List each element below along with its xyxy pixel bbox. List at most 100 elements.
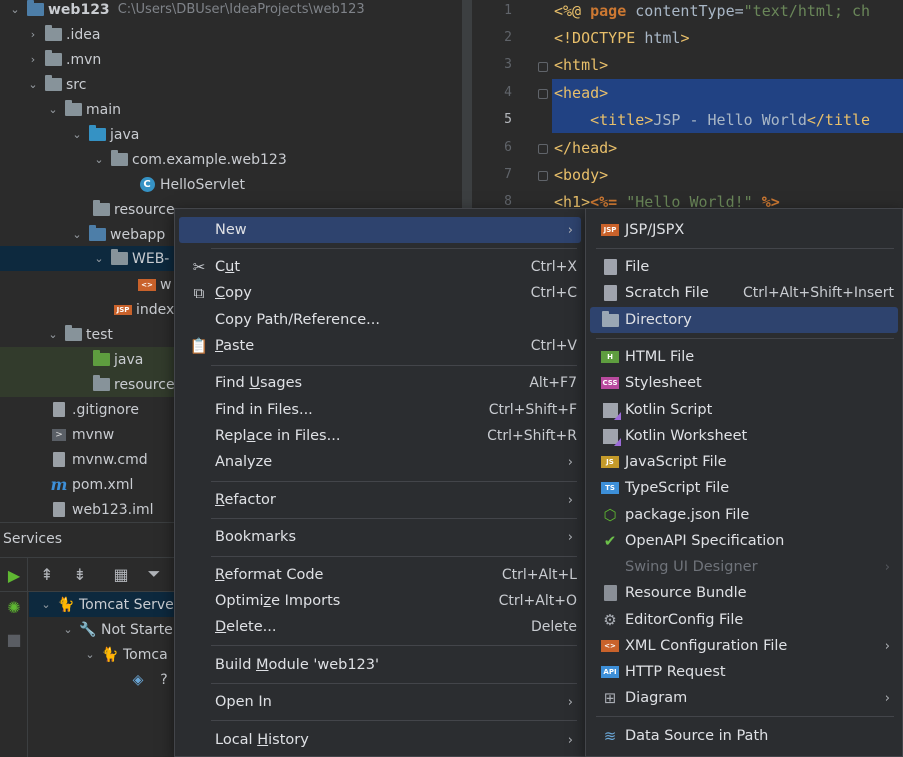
menu-item-label: OpenAPI Specification <box>625 533 785 549</box>
menu-item-find-usages[interactable]: Find Usages Alt+F7 <box>179 370 581 396</box>
tree-label: index <box>136 301 175 318</box>
menu-item-data-source-in-path[interactable]: ≋ Data Source in Path <box>590 723 898 749</box>
code-line: <head> <box>554 84 609 102</box>
tree-row-idea[interactable]: › .idea <box>0 22 462 47</box>
test-resources-folder-icon <box>92 375 110 393</box>
menu-item-xml-configuration[interactable]: <> XML Configuration File › <box>590 633 898 659</box>
line-number: 3 <box>504 57 512 72</box>
menu-item-diagram[interactable]: ⊞ Diagram › <box>590 685 898 711</box>
chevron-down-icon[interactable]: ⌄ <box>46 103 60 117</box>
menu-item-local-history[interactable]: Local History › <box>179 727 581 753</box>
chevron-right-icon[interactable]: › <box>26 28 40 42</box>
tree-row-web123[interactable]: ⌄ web123 C:\Users\DBUser\IdeaProjects\we… <box>0 0 462 22</box>
fold-marker-icon[interactable] <box>538 171 548 181</box>
menu-item-jsp-jspx[interactable]: JSP JSP/JSPX <box>590 217 898 243</box>
tree-row-package[interactable]: ⌄ com.example.web123 <box>0 147 462 172</box>
chevron-down-icon[interactable]: ⌄ <box>8 3 22 17</box>
menu-item-editorconfig[interactable]: ⚙ EditorConfig File <box>590 607 898 633</box>
filter-icon[interactable]: ⏷ <box>143 563 165 585</box>
menu-item-copy-path[interactable]: Copy Path/Reference... <box>179 307 581 333</box>
tree-label: .gitignore <box>72 401 139 418</box>
menu-item-http-request[interactable]: API HTTP Request <box>590 659 898 685</box>
tree-row-src[interactable]: ⌄ src <box>0 72 462 97</box>
menu-separator <box>211 645 577 646</box>
menu-item-openapi[interactable]: ✔ OpenAPI Specification <box>590 528 898 554</box>
menu-item-build-module[interactable]: Build Module 'web123' <box>179 652 581 678</box>
menu-item-open-in[interactable]: Open In › <box>179 689 581 715</box>
menu-shortcut: Ctrl+Shift+F <box>488 402 577 418</box>
tree-row-main[interactable]: ⌄ main <box>0 97 462 122</box>
menu-item-replace-in-files[interactable]: Replace in Files... Ctrl+Shift+R <box>179 423 581 449</box>
tree-row-mvn[interactable]: › .mvn <box>0 47 462 72</box>
run-icon[interactable]: ▶ <box>4 565 24 585</box>
tree-label: main <box>86 101 121 118</box>
menu-item-analyze[interactable]: Analyze › <box>179 449 581 475</box>
tree-label: resource <box>114 376 175 393</box>
chevron-down-icon[interactable]: ⌄ <box>70 128 84 142</box>
menu-item-copy[interactable]: ⧉ Copy Ctrl+C <box>179 280 581 306</box>
maven-icon: m <box>50 475 68 494</box>
chevron-right-icon[interactable]: › <box>26 53 40 67</box>
menu-item-new[interactable]: New › <box>179 217 581 243</box>
menu-item-resource-bundle[interactable]: Resource Bundle <box>590 580 898 606</box>
http-request-icon: API <box>600 662 620 682</box>
menu-item-directory[interactable]: Directory <box>590 307 898 333</box>
menu-item-label: Scratch File <box>625 285 709 301</box>
tree-label: mvnw.cmd <box>72 451 148 468</box>
chevron-down-icon[interactable]: ⌄ <box>61 623 75 637</box>
fold-marker-icon[interactable] <box>538 89 548 99</box>
package-icon <box>110 150 128 168</box>
chevron-down-icon[interactable]: ⌄ <box>70 228 84 242</box>
chevron-down-icon[interactable]: ⌄ <box>92 252 106 266</box>
code-editor[interactable]: 1 2 3 4 5 6 7 8 <%@ page contentType="te… <box>472 0 903 220</box>
gitignore-file-icon <box>50 402 68 418</box>
html-file-icon: H <box>600 347 620 367</box>
menu-item-javascript-file[interactable]: JS JavaScript File <box>590 449 898 475</box>
menu-item-scratch-file[interactable]: Scratch File Ctrl+Alt+Shift+Insert <box>590 280 898 306</box>
file-icon <box>600 257 620 277</box>
menu-item-stylesheet[interactable]: CSS Stylesheet <box>590 370 898 396</box>
menu-item-find-in-files[interactable]: Find in Files... Ctrl+Shift+F <box>179 397 581 423</box>
menu-item-file[interactable]: File <box>590 254 898 280</box>
menu-item-paste[interactable]: 📋 Paste Ctrl+V <box>179 333 581 359</box>
tree-label: test <box>86 326 113 343</box>
chevron-down-icon[interactable]: ⌄ <box>39 598 53 612</box>
menu-separator <box>211 365 577 366</box>
menu-item-label: Local History <box>215 732 309 748</box>
submenu-arrow-icon: › <box>884 638 890 654</box>
menu-separator <box>211 556 577 557</box>
file-icon <box>50 452 68 468</box>
tree-row-helloservlet[interactable]: C HelloServlet <box>0 172 462 197</box>
menu-item-label: HTTP Request <box>625 664 726 680</box>
group-by-icon[interactable]: ▦ <box>110 563 132 585</box>
collapse-all-icon[interactable]: ⇟ <box>69 563 91 585</box>
fold-marker-icon[interactable] <box>538 62 548 72</box>
menu-item-delete[interactable]: Delete... Delete <box>179 614 581 640</box>
chevron-down-icon[interactable]: ⌄ <box>46 328 60 342</box>
menu-item-bookmarks[interactable]: Bookmarks › <box>179 524 581 550</box>
menu-item-cut[interactable]: ✂ Cut Ctrl+X <box>179 254 581 280</box>
chevron-down-icon[interactable]: ⌄ <box>83 648 97 662</box>
menu-item-reformat-code[interactable]: Reformat Code Ctrl+Alt+L <box>179 562 581 588</box>
menu-item-kotlin-worksheet[interactable]: Kotlin Worksheet <box>590 423 898 449</box>
tree-row-java[interactable]: ⌄ java <box>0 122 462 147</box>
menu-item-refactor[interactable]: Refactor › <box>179 487 581 513</box>
menu-item-kotlin-script[interactable]: Kotlin Script <box>590 397 898 423</box>
menu-item-label: XML Configuration File <box>625 638 788 654</box>
menu-item-package-json[interactable]: ⬡ package.json File <box>590 502 898 528</box>
chevron-down-icon[interactable]: ⌄ <box>26 78 40 92</box>
menu-item-optimize-imports[interactable]: Optimize Imports Ctrl+Alt+O <box>179 588 581 614</box>
menu-item-label: TypeScript File <box>625 480 730 496</box>
menu-separator <box>211 518 577 519</box>
debug-icon[interactable]: ✺ <box>4 597 24 617</box>
menu-item-label: Reformat Code <box>215 567 324 583</box>
expand-all-icon[interactable]: ⇞ <box>36 563 58 585</box>
fold-marker-icon[interactable] <box>538 144 548 154</box>
tree-label: w <box>160 276 172 293</box>
stop-icon[interactable]: ■ <box>4 629 24 649</box>
menu-item-typescript-file[interactable]: TS TypeScript File <box>590 475 898 501</box>
menu-separator <box>211 248 577 249</box>
menu-item-html-file[interactable]: H HTML File <box>590 344 898 370</box>
chevron-down-icon[interactable]: ⌄ <box>92 153 106 167</box>
test-folder-icon <box>92 350 110 368</box>
